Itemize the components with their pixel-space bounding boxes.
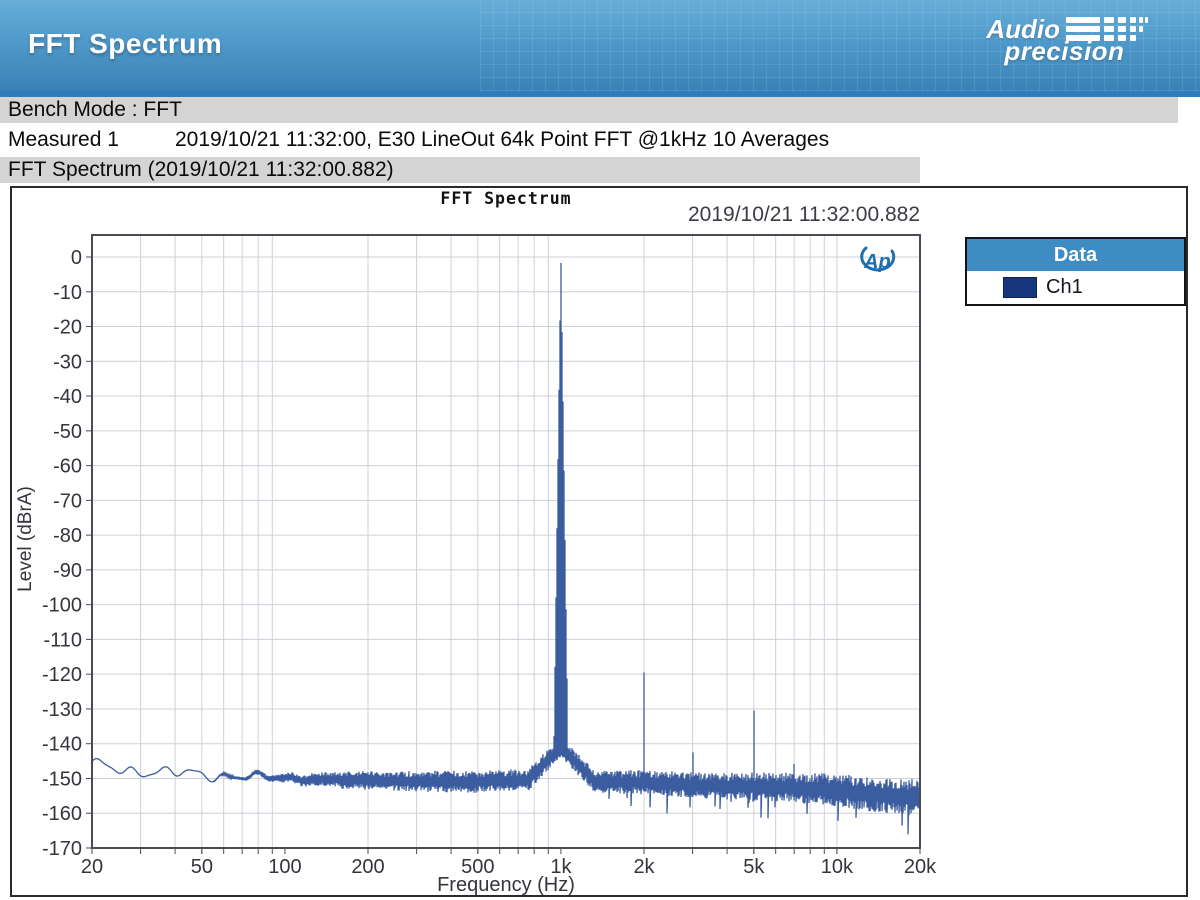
app-header: FFT Spectrum Audio precision [0,0,1200,91]
svg-text:0: 0 [71,247,82,269]
x-axis-title: Frequency (Hz) [92,874,920,897]
bench-mode-bar: Bench Mode : FFT [0,97,1178,123]
ap-swoosh-logo: Ap [852,243,904,279]
y-axis-title: Level (dBrA) [15,479,37,599]
svg-text:-140: -140 [42,734,82,756]
measured-row: Measured 1 2019/10/21 11:32:00, E30 Line… [0,123,1200,157]
legend-title: Data [967,239,1184,271]
legend-box: Data Ch1 [965,237,1186,306]
svg-text:-170: -170 [42,838,82,860]
svg-text:-60: -60 [53,456,82,478]
page-title: FFT Spectrum [28,28,222,60]
svg-text:-130: -130 [42,699,82,721]
ch1-color-swatch [1003,277,1037,298]
graph-header-bar: FFT Spectrum (2019/10/21 11:32:00.882) [0,157,920,183]
svg-text:-50: -50 [53,421,82,443]
svg-text:-20: -20 [53,317,82,339]
svg-text:-160: -160 [42,803,82,825]
svg-text:-100: -100 [42,595,82,617]
svg-text:-10: -10 [53,282,82,304]
svg-text:-30: -30 [53,351,82,373]
fft-chart-panel: 20501002005001k2k5k10k20k0-10-20-30-40-5… [10,186,1188,897]
ch1-label: Ch1 [1046,276,1083,299]
fft-report-window: FFT Spectrum Audio precision Bench Mode … [0,0,1200,900]
audio-precision-logo: Audio precision [986,16,1148,64]
chart-timestamp: 2019/10/21 11:32:00.882 [520,203,920,227]
svg-text:-40: -40 [53,386,82,408]
svg-text:-120: -120 [42,664,82,686]
svg-text:Ap: Ap [863,251,891,273]
svg-text:-70: -70 [53,490,82,512]
svg-text:-150: -150 [42,768,82,790]
measured-value: 2019/10/21 11:32:00, E30 LineOut 64k Poi… [175,123,829,157]
measured-label: Measured 1 [8,123,119,157]
svg-text:-80: -80 [53,525,82,547]
svg-text:-110: -110 [43,629,82,651]
legend-item-ch1[interactable]: Ch1 [967,271,1184,304]
svg-text:-90: -90 [53,560,82,582]
